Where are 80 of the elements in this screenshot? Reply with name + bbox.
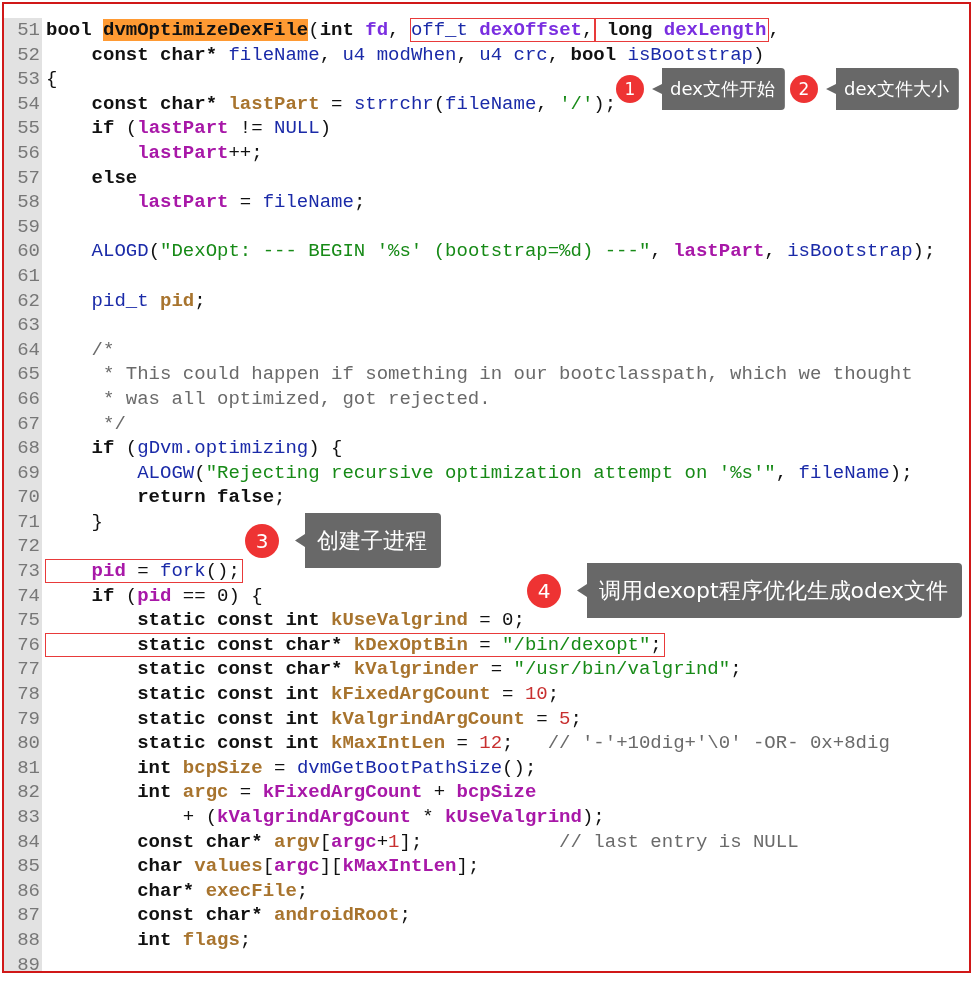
line-number: 87 bbox=[4, 903, 42, 928]
code-line: const char* lastPart = strrchr(fileName, '/'); bbox=[90, 91, 617, 117]
code-line: const char* androidRoot; bbox=[136, 903, 411, 928]
number-badge: 4 bbox=[527, 573, 561, 608]
code-line: ALOGW("Rejecting recursive optimization attempt on '%s'", fileName); bbox=[136, 460, 913, 486]
code-line: static const char* kDexOptBin = "/bin/dexopt"; bbox=[46, 632, 664, 658]
line-number: 67 bbox=[4, 411, 42, 437]
line-number: 83 bbox=[4, 805, 42, 830]
line-number: 54 bbox=[4, 91, 42, 117]
callout-bubble: 调用dexopt程序优化生成odex文件 bbox=[577, 563, 963, 618]
line-number: 51 bbox=[4, 18, 42, 43]
line-number: 56 bbox=[4, 140, 42, 166]
callout-bubble: dex文件大小 bbox=[826, 68, 959, 110]
callout-bubble: 创建子进程 bbox=[295, 513, 441, 568]
code-line: pid_t pid; bbox=[90, 288, 206, 314]
line-number: 74 bbox=[4, 583, 42, 609]
line-number: 78 bbox=[4, 682, 42, 707]
line-number: 70 bbox=[4, 485, 42, 510]
code-line: bool dvmOptimizeDexFile(int fd, off_t dexOffset, long dexLength, bbox=[46, 18, 780, 43]
code-line: int argc = kFixedArgCount + bcpSize bbox=[136, 780, 537, 805]
line-number: 59 bbox=[4, 214, 42, 240]
callout-bubble: dex文件开始 bbox=[652, 68, 785, 110]
line-number: 57 bbox=[4, 165, 42, 191]
line-number: 77 bbox=[4, 657, 42, 683]
line-number: 60 bbox=[4, 239, 42, 264]
code-line: * was all optimized, got rejected. bbox=[102, 386, 491, 412]
line-number: 75 bbox=[4, 608, 42, 633]
code-line: * This could happen if something in our bootclasspath, which we thought bbox=[102, 362, 913, 387]
code-line: lastPart++; bbox=[136, 140, 263, 166]
code-line: int flags; bbox=[136, 927, 252, 953]
number-badge: 2 bbox=[790, 75, 818, 103]
line-number: 80 bbox=[4, 731, 42, 756]
code-line: int bcpSize = dvmGetBootPathSize(); bbox=[136, 755, 537, 781]
code-line: if (lastPart != NULL) bbox=[90, 116, 332, 141]
line-number: 58 bbox=[4, 190, 42, 215]
line-number: 84 bbox=[4, 829, 42, 855]
number-badge: 3 bbox=[245, 523, 279, 558]
line-number: 71 bbox=[4, 509, 42, 535]
code-line: static const int kUseValgrind = 0; bbox=[136, 608, 525, 633]
line-number: 53 bbox=[4, 67, 42, 92]
code-line: static const int kValgrindArgCount = 5; bbox=[136, 706, 582, 732]
number-badge: 1 bbox=[616, 75, 644, 103]
code-line: const char* argv[argc+1]; // last entry is NULL bbox=[136, 829, 799, 855]
line-number: 88 bbox=[4, 927, 42, 953]
code-line: ALOGD("DexOpt: --- BEGIN '%s' (bootstrap=%d) ---", lastPart, isBootstrap); bbox=[90, 239, 936, 264]
line-number: 73 bbox=[4, 559, 42, 584]
code-line: if (pid == 0) { bbox=[90, 583, 263, 609]
code-line: char values[argc][kMaxIntLen]; bbox=[136, 854, 480, 879]
line-number: 64 bbox=[4, 337, 42, 363]
line-number: 62 bbox=[4, 288, 42, 314]
line-number: 81 bbox=[4, 755, 42, 781]
line-number: 65 bbox=[4, 362, 42, 387]
line-number: 68 bbox=[4, 436, 42, 461]
line-number: 66 bbox=[4, 386, 42, 412]
code-line: static const char* kValgrinder = "/usr/bin/valgrind"; bbox=[136, 657, 742, 683]
line-number: 76 bbox=[4, 632, 42, 658]
code-line: lastPart = fileName; bbox=[136, 190, 366, 215]
line-number: 52 bbox=[4, 42, 42, 68]
code-line: pid = fork(); bbox=[46, 559, 242, 584]
code-line: /* bbox=[90, 337, 115, 363]
line-number: 63 bbox=[4, 313, 42, 338]
code-line: } bbox=[90, 509, 103, 535]
code-line: const char* fileName, u4 modWhen, u4 crc, bool isBootstrap) bbox=[90, 42, 765, 68]
line-number: 61 bbox=[4, 263, 42, 289]
line-number: 85 bbox=[4, 854, 42, 879]
line-number: 55 bbox=[4, 116, 42, 141]
code-line: */ bbox=[102, 411, 126, 437]
line-number: 82 bbox=[4, 780, 42, 805]
code-line: else bbox=[90, 165, 138, 191]
code-line: static const int kFixedArgCount = 10; bbox=[136, 682, 560, 707]
code-line: return false; bbox=[136, 485, 286, 510]
code-line: if (gDvm.optimizing) { bbox=[90, 436, 343, 461]
code-line: static const int kMaxIntLen = 12; // '-'+10dig+'\0' -OR- 0x+8dig bbox=[136, 731, 890, 756]
line-number: 72 bbox=[4, 534, 42, 560]
code-line: char* execFile; bbox=[136, 878, 309, 904]
code-line: + (kValgrindArgCount * kUseValgrind); bbox=[181, 805, 605, 830]
code-line: { bbox=[46, 67, 58, 92]
line-number: 79 bbox=[4, 706, 42, 732]
line-number: 69 bbox=[4, 460, 42, 486]
line-number: 86 bbox=[4, 878, 42, 904]
